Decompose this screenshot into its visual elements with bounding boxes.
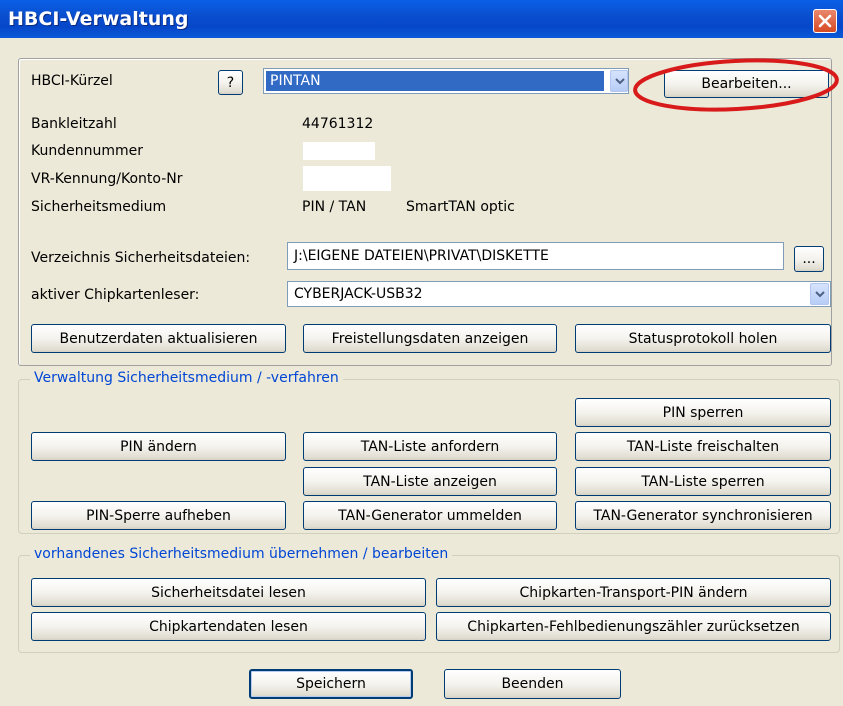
kuerzel-dropdown-button[interactable] (610, 70, 628, 92)
save-button[interactable]: Speichern (249, 669, 413, 699)
close-button[interactable] (813, 9, 837, 33)
fehlbedienungszaehler-button[interactable]: Chipkarten-Fehlbedienungszähler zurückse… (436, 612, 831, 641)
medium-value: PIN / TAN (302, 199, 367, 215)
statusprotokoll-button[interactable]: Statusprotokoll holen (575, 324, 831, 353)
kuerzel-selected-value: PINTAN (266, 71, 604, 91)
freistellungsdaten-button[interactable]: Freistellungsdaten anzeigen (303, 324, 557, 353)
exit-button[interactable]: Beenden (444, 669, 621, 699)
browse-button[interactable]: ... (794, 246, 824, 272)
kundennummer-value-redacted (303, 142, 375, 160)
hbci-window: HBCI-Verwaltung HBCI-Kürzel ? PINTAN Bea… (0, 0, 843, 706)
window-title: HBCI-Verwaltung (8, 8, 189, 30)
close-icon (818, 14, 832, 28)
edit-button[interactable]: Bearbeiten... (664, 70, 829, 98)
reader-label: aktiver Chipkartenleser: (31, 287, 200, 303)
verzeichnis-label: Verzeichnis Sicherheitsdateien: (31, 250, 251, 266)
blz-label: Bankleitzahl (31, 116, 117, 132)
tan-liste-anfordern-button[interactable]: TAN-Liste anfordern (303, 432, 557, 461)
reader-combo[interactable]: CYBERJACK-USB32 (287, 281, 831, 307)
tan-liste-freischalten-button[interactable]: TAN-Liste freischalten (575, 432, 831, 461)
chevron-down-icon (615, 78, 625, 85)
kuerzel-label: HBCI-Kürzel (31, 73, 113, 89)
tan-generator-synchronisieren-button[interactable]: TAN-Generator synchronisieren (575, 501, 831, 530)
kennung-value-redacted (303, 166, 391, 191)
blz-value: 44761312 (302, 116, 374, 132)
uebernehmen-group-title: vorhandenes Sicherheitsmedium übernehmen… (30, 546, 453, 562)
title-bar[interactable]: HBCI-Verwaltung (0, 0, 843, 38)
tan-liste-sperren-button[interactable]: TAN-Liste sperren (575, 467, 831, 496)
reader-dropdown-button[interactable] (810, 283, 829, 305)
tan-liste-anzeigen-button[interactable]: TAN-Liste anzeigen (303, 467, 557, 496)
verzeichnis-field[interactable]: J:\EIGENE DATEIEN\PRIVAT\DISKETTE (287, 242, 784, 270)
help-button[interactable]: ? (218, 70, 243, 95)
kundennummer-label: Kundennummer (31, 143, 143, 159)
pin-sperren-button[interactable]: PIN sperren (575, 398, 831, 427)
kennung-label: VR-Kennung/Konto-Nr (31, 171, 183, 187)
medium-label: Sicherheitsmedium (31, 199, 167, 215)
sicherheitsdatei-lesen-button[interactable]: Sicherheitsdatei lesen (31, 578, 426, 607)
chipkartendaten-lesen-button[interactable]: Chipkartendaten lesen (31, 612, 426, 641)
tan-generator-ummelden-button[interactable]: TAN-Generator ummelden (303, 501, 557, 530)
kuerzel-combo[interactable]: PINTAN (263, 68, 629, 94)
transport-pin-button[interactable]: Chipkarten-Transport-PIN ändern (436, 578, 831, 607)
benutzerdaten-button[interactable]: Benutzerdaten aktualisieren (31, 324, 286, 353)
verwaltung-group-title: Verwaltung Sicherheitsmedium / -verfahre… (30, 370, 343, 386)
medium-extra: SmartTAN optic (406, 199, 515, 215)
chevron-down-icon (815, 291, 825, 298)
pin-aendern-button[interactable]: PIN ändern (31, 432, 286, 461)
reader-selected-value: CYBERJACK-USB32 (294, 286, 423, 302)
pin-sperre-aufheben-button[interactable]: PIN-Sperre aufheben (31, 501, 286, 530)
